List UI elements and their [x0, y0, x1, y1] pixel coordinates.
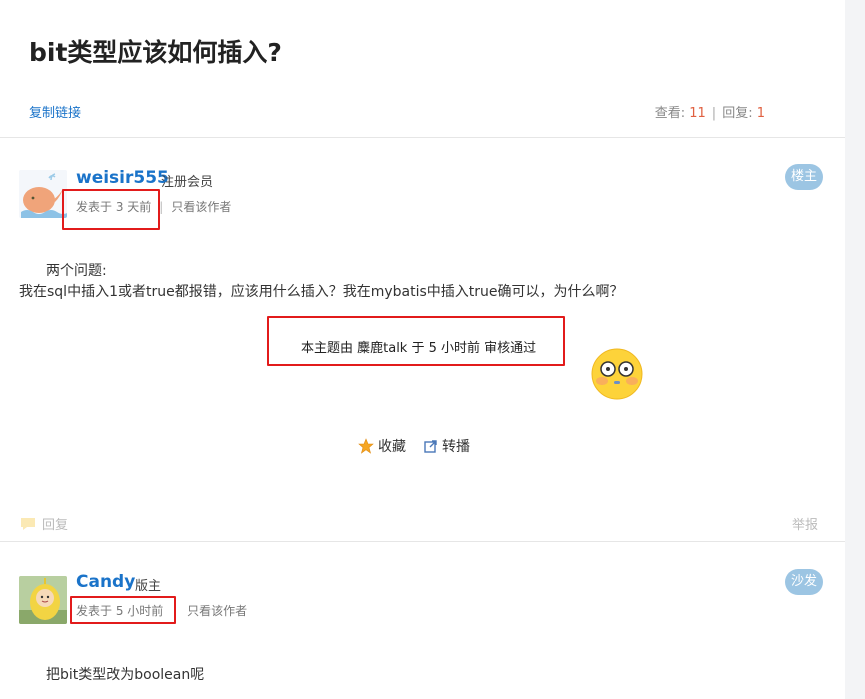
divider	[0, 541, 845, 542]
share-label: 转播	[442, 439, 470, 455]
teletubby-avatar	[19, 576, 67, 624]
favorite-button[interactable]: 收藏	[358, 436, 406, 456]
divider	[0, 137, 845, 138]
star-icon	[358, 438, 374, 454]
floor-badge: 楼主	[785, 164, 823, 190]
post-username[interactable]: weisir555	[76, 168, 169, 188]
thread-page: bit类型应该如何插入? 复制链接 查看: 11 | 回复: 1 weisir555…	[0, 0, 845, 699]
reply-bubble-icon	[21, 517, 35, 530]
thread-title: bit类型应该如何插入?	[29, 38, 282, 67]
share-button[interactable]: 转播	[424, 436, 470, 456]
replies-label: 回复:	[722, 106, 753, 121]
whale-avatar	[19, 170, 67, 218]
post-content-line: 把bit类型改为boolean呢	[46, 667, 205, 683]
stats-divider: |	[711, 106, 717, 121]
favorite-label: 收藏	[378, 439, 406, 455]
replies-count: 1	[756, 106, 765, 121]
only-author-link[interactable]: 只看该作者	[187, 604, 247, 618]
highlight-box-post-time	[70, 596, 176, 624]
user-role: 注册会员	[161, 175, 214, 190]
reply-label: 回复	[42, 518, 69, 533]
highlight-box-post-time	[62, 189, 160, 230]
highlight-box-audit	[267, 316, 565, 366]
views-label: 查看:	[654, 106, 686, 121]
reply-button[interactable]: 回复	[20, 514, 68, 533]
post-content-line: 我在sql中插入1或者true都报错，应该用什么插入？我在mybatis中插入t…	[19, 284, 624, 300]
thread-stats: 查看: 11 | 回复: 1	[655, 102, 765, 121]
scrollbar-track[interactable]	[845, 0, 865, 699]
user-avatar[interactable]	[19, 170, 67, 218]
views-count: 11	[689, 106, 706, 121]
report-button[interactable]: 举报	[792, 514, 818, 533]
copy-link-button[interactable]: 复制链接	[29, 102, 81, 121]
share-icon	[424, 440, 437, 453]
user-role: 版主	[135, 579, 162, 594]
post-content-line: 两个问题:	[46, 263, 107, 279]
floor-badge: 沙发	[785, 569, 823, 595]
flushed-emoji-icon	[590, 347, 644, 401]
user-avatar[interactable]	[19, 576, 67, 624]
only-author-link[interactable]: 只看该作者	[171, 200, 231, 214]
post-username[interactable]: Candy	[76, 572, 135, 592]
